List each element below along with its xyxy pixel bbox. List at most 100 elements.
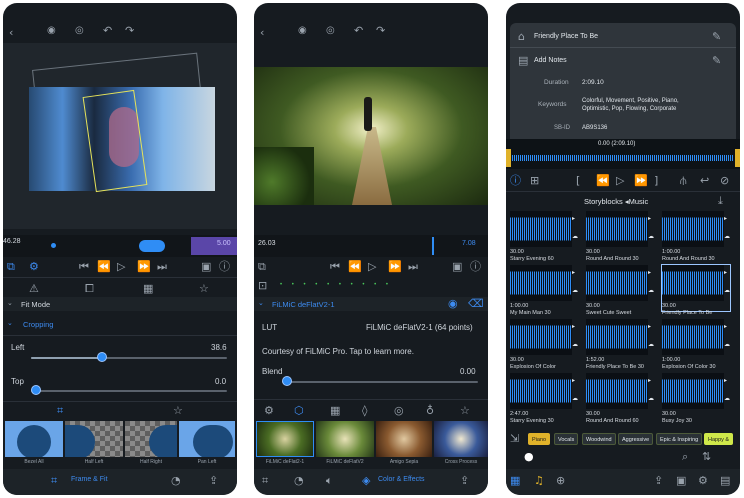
- play-icon[interactable]: ▷: [368, 261, 376, 273]
- snapshot-icon[interactable]: ▣: [201, 261, 211, 273]
- step-forward-icon[interactable]: ⏩: [137, 261, 151, 273]
- cloud-download-icon[interactable]: ☁: [648, 341, 654, 348]
- download-icon[interactable]: ⤓: [718, 195, 723, 207]
- bracket-right-icon[interactable]: ]: [654, 175, 658, 187]
- visibility-icon[interactable]: ◉: [448, 298, 458, 310]
- skip-start-icon[interactable]: ⏮: [330, 261, 340, 273]
- duplicate-icon[interactable]: ⧠: [85, 283, 94, 295]
- tag-vocals[interactable]: Vocals: [554, 433, 579, 445]
- color-effects-icon[interactable]: ◈: [362, 475, 370, 487]
- play-icon[interactable]: ▸: [724, 377, 727, 384]
- sort-icon[interactable]: ⇅: [702, 451, 711, 463]
- add-media-icon[interactable]: ⊕: [556, 475, 565, 487]
- preset-thumb[interactable]: [5, 421, 63, 457]
- step-back-icon[interactable]: ⏪: [97, 261, 111, 273]
- step-back-icon[interactable]: ⏪: [596, 175, 610, 187]
- cloud-download-icon[interactable]: ☁: [724, 395, 730, 402]
- cloud-download-icon[interactable]: ☁: [572, 233, 578, 240]
- blend-slider-knob[interactable]: [282, 376, 292, 386]
- frame-fit-icon[interactable]: ⌗: [262, 475, 268, 487]
- tile-actions[interactable]: ▸ ☁: [572, 265, 578, 301]
- cloud-download-icon[interactable]: ☁: [572, 341, 578, 348]
- eye-slash-icon[interactable]: ◎: [326, 25, 335, 37]
- gear-icon[interactable]: ⚙: [264, 405, 274, 417]
- skip-start-icon[interactable]: ⏮: [79, 261, 89, 273]
- add-keyframe-icon[interactable]: ⊡: [258, 280, 267, 292]
- track-title[interactable]: Friendly Place To Be: [534, 33, 598, 40]
- play-icon[interactable]: ▸: [572, 323, 575, 330]
- tile-actions[interactable]: ▸ ☁: [724, 265, 730, 301]
- playhead[interactable]: [432, 237, 434, 255]
- music-tile[interactable]: ▸ ☁ 30.00 Starry Evening 60: [510, 211, 578, 262]
- music-tile[interactable]: ▸ ☁ 30.00 Explosion Of Color: [510, 319, 578, 370]
- library-icon[interactable]: ▦: [510, 475, 520, 487]
- preview-canvas[interactable]: [3, 43, 237, 229]
- blend-slider-track[interactable]: [282, 381, 478, 383]
- tile-actions[interactable]: ▸ ☁: [724, 373, 730, 409]
- import-icon[interactable]: ⇲: [510, 433, 519, 445]
- info-icon[interactable]: ⓘ: [510, 175, 521, 187]
- music-tile[interactable]: ▸ ☁ 1:00.00 My Main Man 30: [510, 265, 578, 316]
- range-end-handle[interactable]: [735, 149, 740, 167]
- timeline-marker[interactable]: [51, 243, 56, 248]
- delete-icon[interactable]: ⌫: [468, 298, 484, 310]
- fit-mode-header[interactable]: ⌄ Fit Mode: [3, 297, 237, 311]
- share-icon[interactable]: ⇪: [654, 475, 663, 487]
- cloud-download-icon[interactable]: ☁: [724, 341, 730, 348]
- tile-actions[interactable]: ▸ ☁: [724, 211, 730, 247]
- rewind-icon[interactable]: ↩: [700, 175, 709, 187]
- step-forward-icon[interactable]: ⏩: [388, 261, 402, 273]
- bracket-left-icon[interactable]: [: [576, 175, 580, 187]
- music-tile[interactable]: ▸ ☁ 1:52.00 Friendly Place To Be 30: [586, 319, 654, 370]
- frame-fit-icon[interactable]: ⌗: [51, 475, 57, 487]
- music-tile[interactable]: ▸ ☁ 1:00.00 Round And Round 30: [662, 211, 730, 262]
- cloud-download-icon[interactable]: ☁: [724, 233, 730, 240]
- cloud-download-icon[interactable]: ☁: [724, 287, 730, 294]
- preset-thumb[interactable]: [65, 421, 123, 457]
- tag-epic-inspiring[interactable]: Epic & Inspiring: [656, 433, 703, 445]
- cloud-download-icon[interactable]: ☁: [648, 233, 654, 240]
- music-icon[interactable]: ♫: [534, 475, 544, 487]
- timeline[interactable]: 46.28 5.00: [3, 235, 237, 257]
- snapshot-icon[interactable]: ▣: [452, 261, 462, 273]
- cube-icon[interactable]: ⬡: [294, 405, 304, 417]
- redo-icon[interactable]: ↷: [376, 25, 385, 37]
- warning-icon[interactable]: ⚠: [29, 283, 39, 295]
- search-icon[interactable]: ⌕: [682, 451, 688, 463]
- audio-icon[interactable]: 🔈︎: [326, 475, 333, 487]
- help-icon[interactable]: ⓘ: [470, 261, 481, 273]
- favorite-star-icon[interactable]: ☆: [173, 405, 183, 417]
- tile-actions[interactable]: ▸ ☁: [572, 373, 578, 409]
- record-icon[interactable]: ●: [524, 451, 534, 463]
- lut-value[interactable]: FiLMiC deFlatV2-1 (64 points): [366, 323, 473, 332]
- speed-icon[interactable]: ◔: [294, 475, 304, 487]
- settings-icon[interactable]: ⚙: [29, 261, 39, 273]
- eye-slash-icon[interactable]: ◎: [75, 25, 84, 37]
- bookmark-icon[interactable]: ⊞: [530, 175, 539, 187]
- help-icon[interactable]: ⓘ: [219, 261, 230, 273]
- filter-thumb[interactable]: [256, 421, 314, 457]
- step-forward-icon[interactable]: ⏩: [634, 175, 648, 187]
- tile-actions[interactable]: ▸ ☁: [648, 319, 654, 355]
- tag-piano[interactable]: Piano: [528, 433, 551, 445]
- undo-icon[interactable]: ↶: [103, 25, 112, 37]
- step-back-icon[interactable]: ⏪: [348, 261, 362, 273]
- layout-icon[interactable]: ▤: [720, 475, 730, 487]
- export-icon[interactable]: ⇪: [209, 475, 218, 487]
- timeline-clip[interactable]: [139, 240, 165, 252]
- cloud-download-icon[interactable]: ☁: [572, 395, 578, 402]
- play-icon[interactable]: ▸: [724, 269, 727, 276]
- eye-icon[interactable]: ◉: [47, 25, 56, 37]
- tag-happy[interactable]: Happy &: [704, 433, 734, 445]
- skip-end-icon[interactable]: ⏭: [408, 261, 418, 273]
- color-effects-label[interactable]: Color & Effects: [378, 476, 425, 483]
- tag-aggressive[interactable]: Aggressive: [618, 433, 654, 445]
- play-icon[interactable]: ▸: [572, 215, 575, 222]
- play-icon[interactable]: ▸: [724, 215, 727, 222]
- play-icon[interactable]: ▷: [117, 261, 125, 273]
- filmstrip-icon[interactable]: ▦: [143, 283, 153, 295]
- filter-thumb[interactable]: [376, 421, 432, 457]
- add-notes-label[interactable]: Add Notes: [534, 57, 567, 64]
- preview-canvas[interactable]: [254, 67, 488, 205]
- mixer-icon[interactable]: ⫛: [680, 175, 687, 187]
